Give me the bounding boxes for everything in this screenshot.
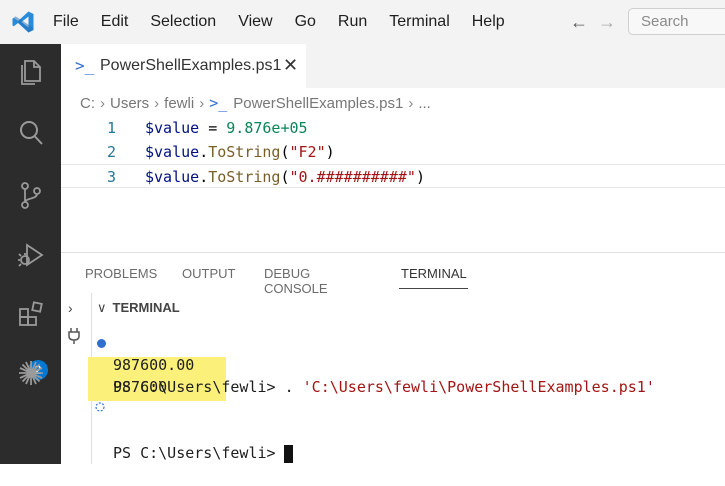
explorer-icon[interactable]	[16, 57, 46, 87]
code-token: (	[280, 168, 290, 186]
chevron-right-icon: ›	[408, 94, 414, 112]
source-control-icon[interactable]	[16, 180, 46, 210]
menu-run[interactable]: Run	[327, 0, 378, 44]
breadcrumb-item[interactable]: fewli	[164, 95, 194, 112]
tab-powershellexamples[interactable]: >_ PowerShellExamples.ps1 ✕	[61, 44, 306, 88]
command-status-dot-icon[interactable]	[97, 339, 106, 348]
remote-icon[interactable]	[16, 358, 46, 388]
chevron-right-icon[interactable]: ›	[68, 300, 73, 316]
tab-problems[interactable]: PROBLEMS	[85, 266, 157, 281]
line-number: 2	[106, 143, 116, 161]
activity-bar: 2	[0, 44, 61, 464]
terminal-output[interactable]: PS C:\Users\fewli> . 'C:\Users\fewli\Pow…	[92, 332, 725, 463]
code-line[interactable]: 1 $value = 9.876e+05	[61, 116, 725, 140]
tab-terminal[interactable]: TERMINAL	[401, 266, 467, 281]
breadcrumb-item[interactable]: ...	[418, 95, 431, 112]
menu-file[interactable]: File	[42, 0, 90, 44]
code-token: ToString	[208, 143, 281, 161]
tab-debug-console[interactable]: DEBUG CONSOLE	[264, 266, 328, 296]
back-arrow-icon[interactable]: ←	[565, 12, 593, 33]
chevron-down-icon: ∨	[97, 300, 107, 315]
menu-go[interactable]: Go	[284, 0, 327, 44]
active-tab-indicator	[399, 288, 468, 289]
close-icon[interactable]: ✕	[283, 55, 298, 76]
forward-arrow-icon[interactable]: →	[593, 12, 621, 33]
terminal-sidebar: ›	[61, 293, 91, 464]
breadcrumb-item[interactable]: Users	[110, 95, 149, 112]
line-number: 1	[106, 119, 116, 137]
breadcrumb-item[interactable]: PowerShellExamples.ps1	[233, 95, 403, 112]
powershell-icon: >_	[209, 94, 228, 112]
code-token: =	[199, 119, 227, 137]
code-line[interactable]: 2 $value.ToString("F2")	[61, 140, 725, 164]
menu-terminal[interactable]: Terminal	[378, 0, 460, 44]
code-token: $value	[145, 143, 200, 161]
menu-bar: File Edit Selection View Go Run Terminal…	[42, 0, 516, 44]
code-token: (	[280, 143, 290, 161]
code-token: )	[325, 143, 335, 161]
tab-output[interactable]: OUTPUT	[182, 266, 235, 281]
code-token: )	[415, 168, 425, 186]
menu-edit[interactable]: Edit	[90, 0, 140, 44]
menu-help[interactable]: Help	[461, 0, 516, 44]
terminal-output-line: 987600.00	[113, 356, 195, 374]
title-bar: File Edit Selection View Go Run Terminal…	[0, 0, 725, 44]
line-number: 3	[106, 168, 116, 186]
editor-tab-bar: >_ PowerShellExamples.ps1 ✕	[61, 44, 725, 88]
search-icon[interactable]	[16, 118, 46, 148]
code-token: ToString	[208, 168, 281, 186]
code-editor[interactable]: 1 $value = 9.876e+05 2 $value.ToString("F2"…	[61, 116, 725, 188]
breadcrumb: C: › Users › fewli › >_ PowerShellExampl…	[80, 92, 431, 114]
panel-divider	[61, 252, 725, 253]
vscode-logo-icon	[12, 11, 34, 33]
navigation-arrows: ← →	[565, 12, 621, 33]
terminal-section-header[interactable]: ∨ TERMINAL	[97, 300, 180, 316]
menu-view[interactable]: View	[227, 0, 283, 44]
code-token: "F2"	[289, 143, 326, 161]
code-token: .	[199, 143, 209, 161]
code-token: $value	[145, 168, 200, 186]
code-token: .	[199, 168, 209, 186]
terminal-output-line: 987600	[113, 378, 168, 396]
search-input[interactable]: Search	[628, 8, 725, 35]
code-text: $value.ToString("0.##########")	[145, 165, 425, 189]
chevron-right-icon: ›	[199, 94, 205, 112]
code-text: $value = 9.876e+05	[145, 116, 308, 140]
code-token: "0.##########"	[289, 168, 416, 186]
run-debug-icon[interactable]	[16, 240, 46, 270]
empty-command-marker-icon	[95, 402, 105, 412]
chevron-right-icon: ›	[100, 94, 105, 112]
code-text: $value.ToString("F2")	[145, 140, 335, 164]
tab-label: PowerShellExamples.ps1	[100, 57, 282, 74]
code-token: 9.876e+05	[226, 119, 308, 137]
terminal-prompt: PS C:\Users\fewli>	[113, 444, 276, 462]
extensions-icon[interactable]	[16, 300, 46, 330]
chevron-right-icon: ›	[154, 94, 160, 112]
plug-icon[interactable]	[67, 327, 81, 345]
breadcrumb-item[interactable]: C:	[80, 95, 95, 112]
terminal-section-title: TERMINAL	[112, 300, 180, 315]
code-line[interactable]: 3 $value.ToString("0.##########")	[61, 164, 725, 188]
menu-selection[interactable]: Selection	[139, 0, 227, 44]
terminal-cursor	[283, 444, 293, 463]
code-token: $value	[145, 119, 200, 137]
powershell-icon: >_	[75, 56, 95, 75]
